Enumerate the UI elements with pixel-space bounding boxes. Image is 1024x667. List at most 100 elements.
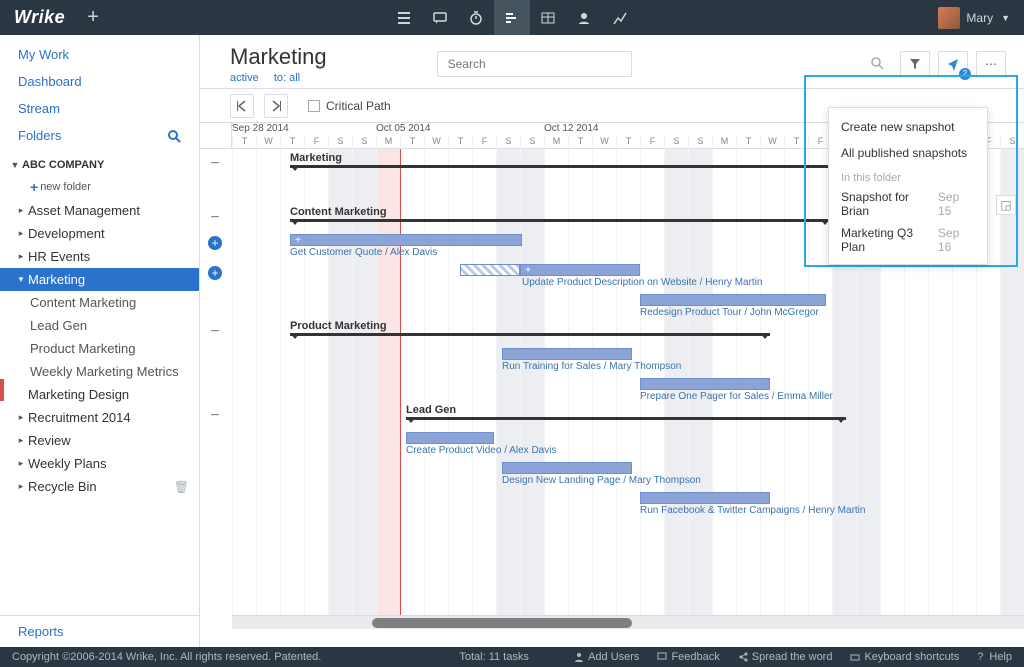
- folder-review[interactable]: ▸Review: [0, 429, 199, 452]
- week-label: Oct 05 2014: [376, 123, 544, 136]
- copyright: Copyright ©2006-2014 Wrike, Inc. All rig…: [12, 651, 321, 663]
- task-label[interactable]: Redesign Product Tour / John McGregor: [640, 307, 819, 318]
- company-label: ABC COMPANY: [22, 159, 104, 171]
- task-label[interactable]: Update Product Description on Website / …: [522, 277, 762, 288]
- timer-view-icon[interactable]: [458, 0, 494, 35]
- chevron-down-icon[interactable]: ▼: [1001, 13, 1010, 23]
- gantt-view-icon[interactable]: [494, 0, 530, 35]
- task-label[interactable]: Create Product Video / Alex Davis: [406, 445, 556, 456]
- footer-spread[interactable]: Spread the word: [738, 651, 833, 663]
- new-item-icon[interactable]: +: [87, 6, 99, 29]
- task-label[interactable]: Run Facebook & Twitter Campaigns / Henry…: [640, 505, 865, 516]
- table-view-icon[interactable]: [530, 0, 566, 35]
- footer-shortcuts[interactable]: Keyboard shortcuts: [850, 651, 959, 663]
- search-input[interactable]: [437, 51, 632, 77]
- collapse-icon[interactable]: −: [208, 157, 222, 171]
- collapse-icon[interactable]: −: [208, 211, 222, 225]
- footer-help[interactable]: ?Help: [977, 651, 1012, 663]
- expand-timeline-icon[interactable]: ◲: [996, 195, 1016, 215]
- task-bar[interactable]: [640, 492, 770, 504]
- group-bar: [290, 333, 770, 336]
- folder-weekly-plans[interactable]: ▸Weekly Plans: [0, 452, 199, 475]
- task-bar[interactable]: +: [290, 234, 522, 246]
- analytics-view-icon[interactable]: [602, 0, 638, 35]
- search-icon[interactable]: [870, 56, 884, 70]
- sidebar-reports[interactable]: Reports: [0, 615, 199, 647]
- search-folders-icon[interactable]: [167, 129, 181, 143]
- week-label: Oct 12 2014: [544, 123, 712, 136]
- task-bar[interactable]: [640, 378, 770, 390]
- collapse-right-icon[interactable]: [264, 94, 288, 118]
- critical-path-checkbox[interactable]: Critical Path: [308, 99, 391, 113]
- folder-label: Content Marketing: [30, 295, 136, 310]
- task-bar[interactable]: [502, 462, 632, 474]
- folder-recycle-bin[interactable]: ▸Recycle Bin 🗑: [0, 475, 199, 498]
- task-bar[interactable]: [502, 348, 632, 360]
- folder-label: Weekly Plans: [28, 456, 107, 471]
- collapse-icon[interactable]: −: [208, 409, 222, 423]
- folder-label: Lead Gen: [30, 318, 87, 333]
- task-bar[interactable]: [406, 432, 494, 444]
- dd-published-snapshots[interactable]: All published snapshots: [829, 140, 987, 166]
- folder-weekly-metrics[interactable]: Weekly Marketing Metrics: [0, 360, 199, 383]
- folder-lead-gen[interactable]: Lead Gen: [0, 314, 199, 337]
- group-bar: [406, 417, 846, 420]
- folder-marketing[interactable]: ▾Marketing: [0, 268, 199, 291]
- folder-marketing-design[interactable]: Marketing Design: [0, 383, 199, 406]
- group-label: Product Marketing: [290, 320, 387, 332]
- sidebar-dashboard[interactable]: Dashboard: [0, 68, 199, 95]
- sidebar-stream[interactable]: Stream: [0, 95, 199, 122]
- chat-view-icon[interactable]: [422, 0, 458, 35]
- footer-add-users[interactable]: Add Users: [574, 651, 639, 663]
- sidebar-folders-label[interactable]: Folders: [18, 128, 61, 143]
- user-name-label[interactable]: Mary: [966, 11, 993, 25]
- sidebar-my-work[interactable]: My Work: [0, 41, 199, 68]
- folder-label: Marketing: [28, 272, 85, 287]
- new-folder-link[interactable]: +new folder: [0, 175, 199, 199]
- collapse-left-icon[interactable]: [230, 94, 254, 118]
- task-label[interactable]: Run Training for Sales / Mary Thompson: [502, 361, 681, 372]
- folder-content-marketing[interactable]: Content Marketing: [0, 291, 199, 314]
- horizontal-scrollbar[interactable]: [232, 615, 1024, 629]
- folder-hr-events[interactable]: ▸HR Events: [0, 245, 199, 268]
- folder-label: Product Marketing: [30, 341, 136, 356]
- group-label: Lead Gen: [406, 404, 456, 416]
- task-bar[interactable]: +: [520, 264, 640, 276]
- filter-active[interactable]: active: [230, 72, 259, 84]
- collapse-icon[interactable]: −: [208, 325, 222, 339]
- folder-asset-management[interactable]: ▸Asset Management: [0, 199, 199, 222]
- filter-to[interactable]: to: all: [274, 72, 300, 84]
- scrollbar-thumb[interactable]: [372, 618, 632, 628]
- folder-label: Development: [28, 226, 105, 241]
- snapshot-date: Sep 16: [938, 226, 975, 254]
- task-label[interactable]: Get Customer Quote / Alex Davis: [290, 247, 437, 258]
- view-switcher: [386, 0, 638, 35]
- group-label: Marketing: [290, 152, 342, 164]
- add-task-icon[interactable]: +: [208, 236, 222, 250]
- pane-header: Marketing active to: all: [200, 35, 1024, 89]
- folder-product-marketing[interactable]: Product Marketing: [0, 337, 199, 360]
- list-view-icon[interactable]: [386, 0, 422, 35]
- share-snapshot-button[interactable]: 2: [938, 51, 968, 77]
- user-avatar[interactable]: [938, 7, 960, 29]
- dd-snapshot-item[interactable]: Marketing Q3 Plan Sep 16: [829, 222, 987, 258]
- user-view-icon[interactable]: [566, 0, 602, 35]
- footer-feedback[interactable]: Feedback: [657, 651, 719, 663]
- add-task-icon[interactable]: +: [208, 266, 222, 280]
- company-node[interactable]: ▼ABC COMPANY: [0, 155, 199, 175]
- folder-label: Review: [28, 433, 71, 448]
- task-bar[interactable]: [640, 294, 826, 306]
- dd-snapshot-item[interactable]: Snapshot for Brian Sep 15: [829, 186, 987, 222]
- filter-button[interactable]: [900, 51, 930, 77]
- folder-development[interactable]: ▸Development: [0, 222, 199, 245]
- page-title: Marketing: [230, 44, 327, 70]
- folder-recruitment[interactable]: ▸Recruitment 2014: [0, 406, 199, 429]
- wrike-logo: Wrike: [14, 7, 65, 28]
- task-label[interactable]: Prepare One Pager for Sales / Emma Mille…: [640, 391, 833, 402]
- more-button[interactable]: ⋯: [976, 51, 1006, 77]
- total-tasks: Total: 11 tasks: [459, 651, 529, 663]
- task-bar-planned[interactable]: [460, 264, 520, 276]
- dd-create-snapshot[interactable]: Create new snapshot: [829, 114, 987, 140]
- task-label[interactable]: Design New Landing Page / Mary Thompson: [502, 475, 701, 486]
- group-bar: [290, 219, 830, 222]
